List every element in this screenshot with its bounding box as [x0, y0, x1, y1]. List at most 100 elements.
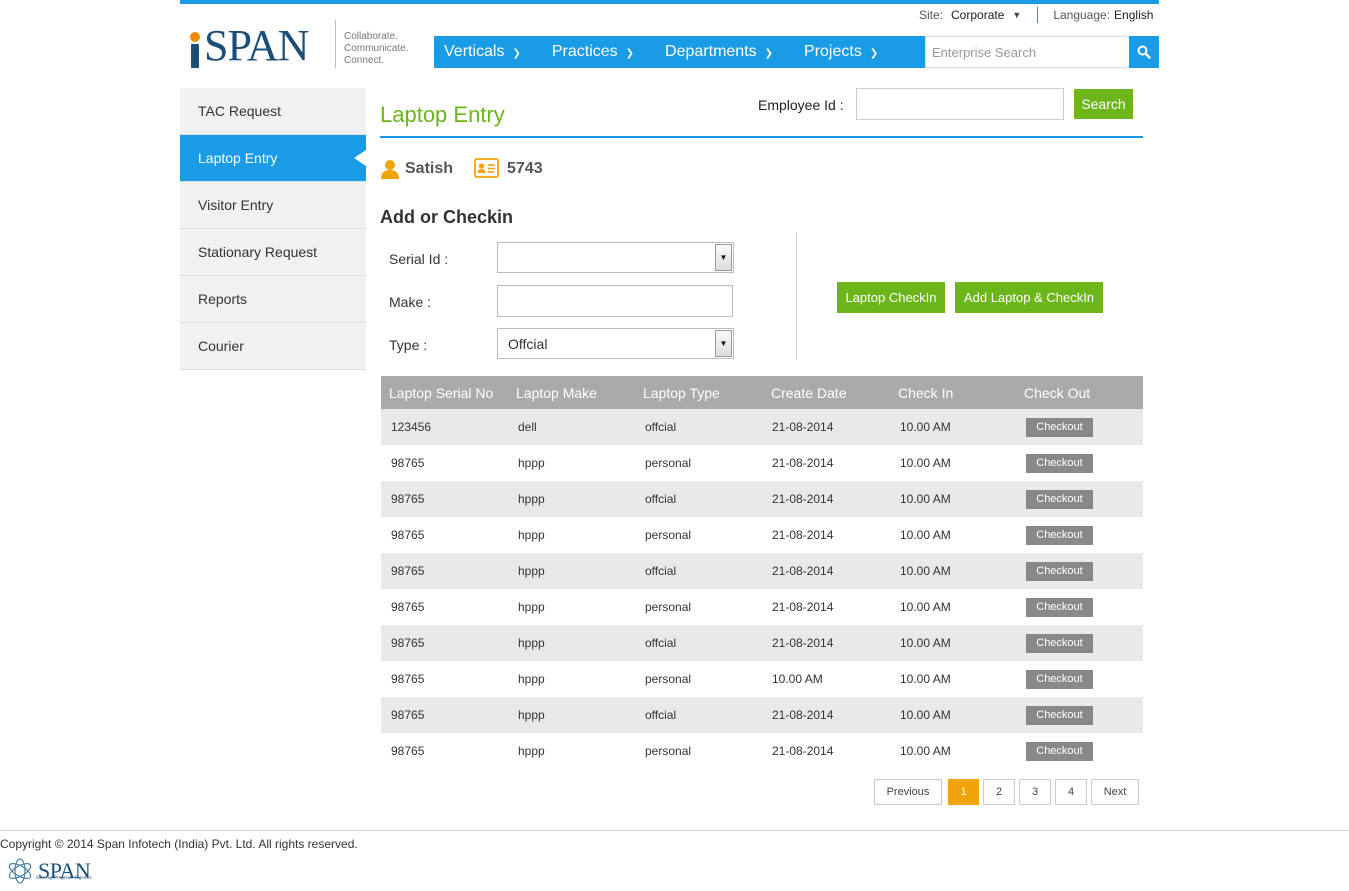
pagination-next[interactable]: Next [1091, 779, 1139, 805]
checkout-button[interactable]: Checkout [1026, 417, 1093, 437]
table-cell: 10.00 AM [900, 456, 951, 470]
pagination-page-2[interactable]: 2 [983, 779, 1015, 805]
table-cell: hppp [518, 492, 545, 506]
table-cell: hppp [518, 564, 545, 578]
checkout-button[interactable]: Checkout [1026, 597, 1093, 617]
table-cell: 98765 [391, 492, 425, 506]
pagination-page-3[interactable]: 3 [1019, 779, 1051, 805]
employee-id-label: Employee Id : [758, 97, 844, 113]
table-cell: offcial [645, 708, 677, 722]
table-row: 98765 hppp personal 21-08-2014 10.00 AM Check… [381, 733, 1143, 769]
table-cell: personal [645, 744, 692, 758]
table-cell: 21-08-2014 [772, 420, 834, 434]
table-cell: hppp [518, 600, 545, 614]
chevron-down-icon[interactable]: ▼ [715, 330, 732, 357]
logo-i-icon [188, 26, 202, 70]
sidebar-item-label: Reports [198, 291, 248, 307]
checkout-button[interactable]: Checkout [1026, 561, 1093, 581]
table-cell: 10.00 AM [900, 636, 951, 650]
site-select[interactable]: Corporate [951, 8, 1004, 22]
column-header: Create Date [771, 384, 847, 401]
employee-id-input[interactable] [856, 88, 1064, 120]
sidebar-item-stationary-request[interactable]: Stationary Request [180, 229, 366, 276]
nav-item-practices[interactable]: Practices ❯ [552, 43, 634, 61]
pagination-page-1[interactable]: 1 [948, 779, 979, 805]
checkout-button[interactable]: Checkout [1026, 453, 1093, 473]
nav-item-verticals[interactable]: Verticals ❯ [444, 43, 521, 61]
column-header: Laptop Serial No [389, 384, 494, 401]
chevron-down-icon: ❯ [625, 47, 635, 59]
checkout-button[interactable]: Checkout [1026, 669, 1093, 689]
chevron-down-icon[interactable]: ▼ [1012, 10, 1021, 20]
pagination-previous[interactable]: Previous [874, 779, 942, 805]
table-cell: personal [645, 672, 692, 686]
table-cell: 98765 [391, 600, 425, 614]
footer-divider [0, 830, 1349, 831]
checkout-button[interactable]: Checkout [1026, 741, 1093, 761]
table-row: 98765 hppp offcial 21-08-2014 10.00 AM Checko… [381, 481, 1143, 517]
nav-item-departments[interactable]: Departments ❯ [665, 43, 773, 61]
table-cell: hppp [518, 744, 545, 758]
language-label: Language: [1053, 8, 1111, 22]
footer-logo-tagline: Steering Progress. Together. [36, 876, 93, 881]
site-label: Site: [919, 8, 944, 22]
checkout-button[interactable]: Checkout [1026, 525, 1093, 545]
ispan-logo[interactable]: SPAN [188, 22, 309, 70]
table-cell: 10.00 AM [900, 600, 951, 614]
serial-id-select[interactable]: ▼ [497, 242, 734, 273]
laptop-checkin-button[interactable]: Laptop CheckIn [837, 282, 945, 313]
make-label: Make : [389, 294, 432, 310]
user-id: 5743 [507, 160, 543, 177]
table-cell: personal [645, 456, 692, 470]
pagination-page-4[interactable]: 4 [1055, 779, 1087, 805]
checkout-button[interactable]: Checkout [1026, 489, 1093, 509]
main-nav: Verticals ❯ Practices ❯ Departments ❯ Proje… [434, 36, 925, 68]
table-cell: 10.00 AM [900, 672, 951, 686]
sidebar-item-visitor-entry[interactable]: Visitor Entry [180, 182, 366, 229]
nav-label: Departments [665, 43, 757, 60]
chevron-down-icon: ❯ [869, 47, 879, 59]
table-cell: dell [518, 420, 537, 434]
sidebar-item-reports[interactable]: Reports [180, 276, 366, 323]
employee-search-button[interactable]: Search [1074, 89, 1133, 119]
add-laptop-checkin-button[interactable]: Add Laptop & CheckIn [955, 282, 1103, 313]
table-body: 123456 dell offcial 21-08-2014 10.00 AM Check… [381, 409, 1143, 769]
sidebar-item-label: Laptop Entry [198, 150, 278, 166]
form-divider [796, 232, 797, 360]
serial-id-label: Serial Id : [389, 251, 449, 267]
table-cell: offcial [645, 492, 677, 506]
column-header: Laptop Make [516, 384, 597, 401]
nav-label: Projects [804, 43, 862, 60]
table-cell: hppp [518, 636, 545, 650]
table-cell: 10.00 AM [900, 528, 951, 542]
enterprise-search-input[interactable] [925, 36, 1129, 68]
table-cell: 21-08-2014 [772, 456, 834, 470]
column-header: Check Out [1024, 384, 1091, 401]
language-select[interactable]: English [1114, 8, 1153, 22]
sidebar-item-courier[interactable]: Courier [180, 323, 366, 370]
table-cell: 98765 [391, 528, 425, 542]
table-cell: 10.00 AM [900, 492, 951, 506]
table-cell: offcial [645, 636, 677, 650]
table-cell: 98765 [391, 636, 425, 650]
checkout-button[interactable]: Checkout [1026, 633, 1093, 653]
table-cell: 21-08-2014 [772, 564, 834, 578]
table-cell: hppp [518, 528, 545, 542]
logo-tagline: Collaborate. Communicate. Connect. [335, 20, 408, 68]
sidebar-item-tac-request[interactable]: TAC Request [180, 88, 366, 135]
chevron-down-icon[interactable]: ▼ [715, 244, 732, 271]
table-cell: hppp [518, 672, 545, 686]
type-select[interactable]: Offcial ▼ [497, 328, 734, 359]
table-row: 98765 hppp offcial 21-08-2014 10.00 AM Checko… [381, 625, 1143, 661]
nav-item-projects[interactable]: Projects ❯ [804, 43, 878, 61]
sidebar-item-laptop-entry[interactable]: Laptop Entry [180, 135, 366, 182]
chevron-down-icon: ❯ [764, 47, 774, 59]
make-input[interactable] [497, 285, 733, 317]
checkout-button[interactable]: Checkout [1026, 705, 1093, 725]
table-row: 98765 hppp personal 21-08-2014 10.00 AM Check… [381, 517, 1143, 553]
sidebar-item-label: Courier [198, 338, 244, 354]
table-cell: 123456 [391, 420, 432, 434]
enterprise-search-button[interactable] [1129, 36, 1159, 68]
nav-label: Verticals [444, 43, 505, 60]
sidebar: TAC Request Laptop Entry Visitor Entry S… [180, 88, 366, 370]
